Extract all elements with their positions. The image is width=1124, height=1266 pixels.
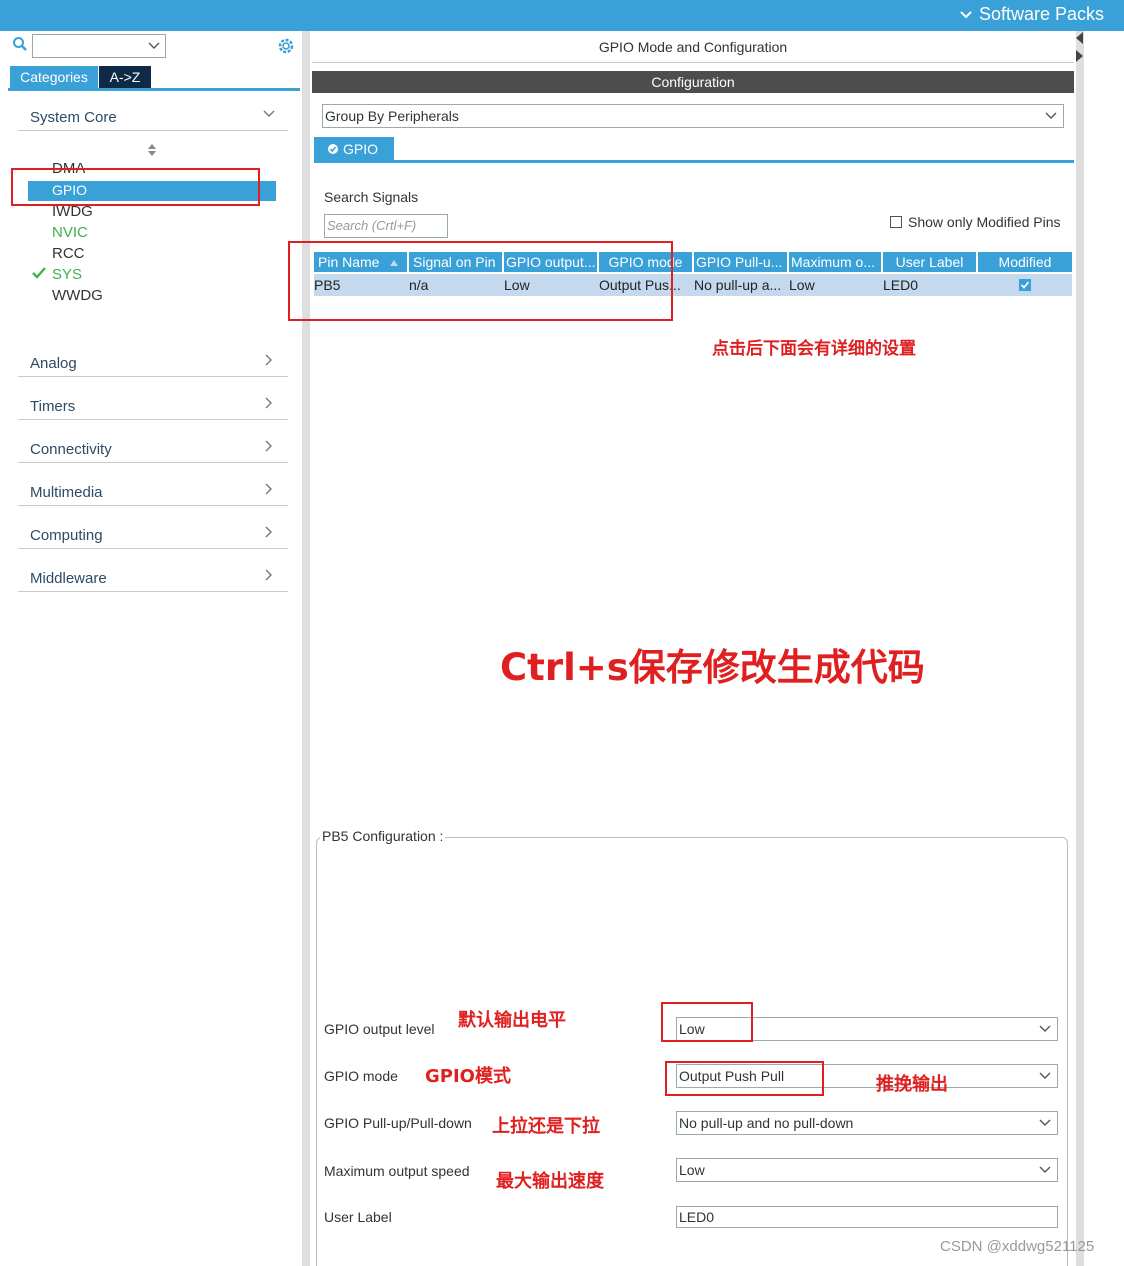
table-cell[interactable]: Low	[789, 274, 883, 296]
category-computing[interactable]: Computing	[18, 521, 288, 549]
field-label-gpio-mode: GPIO mode	[324, 1068, 398, 1084]
pb5-config-title: PB5 Configuration :	[320, 828, 446, 844]
tab-underline	[314, 160, 1074, 163]
annotation-speed: 最大输出速度	[496, 1171, 604, 1192]
category-connectivity[interactable]: Connectivity	[18, 435, 288, 463]
tab-gpio[interactable]: GPIO	[314, 137, 394, 161]
gear-icon[interactable]	[276, 36, 296, 59]
category-analog[interactable]: Analog	[18, 349, 288, 377]
search-signals-input[interactable]: Search (Crtl+F)	[324, 214, 448, 238]
configuration-header: Configuration	[312, 71, 1074, 93]
category-system-core[interactable]: System Core	[18, 103, 288, 131]
pull-select[interactable]: No pull-up and no pull-down	[676, 1111, 1058, 1135]
show-modified-label: Show only Modified Pins	[908, 214, 1061, 230]
chevron-down-icon	[1039, 1166, 1051, 1173]
pb5-config-group	[316, 837, 1068, 1266]
check-circle-icon	[328, 144, 338, 154]
group-by-select[interactable]: Group By Peripherals	[322, 104, 1064, 128]
select-value: Group By Peripherals	[325, 108, 459, 124]
chevron-right-icon	[265, 569, 272, 581]
right-panel: GPIO Mode and Configuration Configuratio…	[288, 31, 1076, 1266]
user-label-input[interactable]: LED0	[676, 1206, 1058, 1228]
select-value: Low	[679, 1162, 705, 1178]
table-cell[interactable]: No pull-up a...	[694, 274, 789, 296]
modified-cell[interactable]	[978, 274, 1072, 296]
category-label: Timers	[30, 398, 76, 415]
annotation-box-push-pull	[665, 1061, 824, 1096]
annotation-push-pull: 推挽输出	[876, 1074, 948, 1095]
list-item-nvic[interactable]: NVIC	[52, 224, 88, 241]
right-splitter[interactable]	[1076, 31, 1084, 1266]
category-label: System Core	[30, 109, 117, 126]
category-label: Connectivity	[30, 441, 112, 458]
annotation-pull: 上拉还是下拉	[492, 1116, 600, 1137]
chevron-right-icon	[265, 526, 272, 538]
chevron-down-icon	[1039, 1119, 1051, 1126]
watermark: CSDN @xddwg521125	[940, 1238, 1095, 1255]
checkbox[interactable]	[890, 216, 902, 228]
category-multimedia[interactable]: Multimedia	[18, 478, 288, 506]
field-label-max-speed: Maximum output speed	[324, 1163, 470, 1179]
chevron-down-icon	[263, 110, 275, 117]
chevron-right-icon	[265, 354, 272, 366]
field-label-user-label: User Label	[324, 1209, 392, 1225]
select-value: No pull-up and no pull-down	[679, 1115, 854, 1131]
software-packs-menu[interactable]: Software Packs	[959, 4, 1104, 25]
field-label-output-level: GPIO output level	[324, 1021, 435, 1037]
mode-config-title: GPIO Mode and Configuration	[598, 39, 788, 55]
component-search-input[interactable]	[32, 34, 166, 58]
annotation-box-gpio	[11, 168, 260, 206]
chevron-right-icon	[265, 440, 272, 452]
annotation-box-low	[661, 1002, 753, 1042]
column-header[interactable]: Maximum o...	[789, 252, 882, 272]
top-bar: Software Packs	[0, 0, 1124, 31]
annotation-box-table	[288, 241, 673, 321]
annotation-gpio-mode: GPIO模式	[425, 1066, 511, 1087]
list-item-sys[interactable]: SYS	[52, 266, 82, 283]
left-panel: Categories A->Z System Core DMA GPIO IWD…	[4, 31, 302, 1266]
column-header[interactable]: User Label	[883, 252, 977, 272]
sort-icon[interactable]	[146, 143, 158, 160]
chevron-down-icon	[1039, 1025, 1051, 1032]
panel-splitter[interactable]	[302, 31, 310, 1266]
category-middleware[interactable]: Middleware	[18, 564, 288, 592]
category-label: Computing	[30, 527, 103, 544]
check-icon	[32, 266, 46, 283]
column-header[interactable]: Modified	[978, 252, 1072, 272]
chevron-down-icon	[1039, 1072, 1051, 1079]
search-signals-label: Search Signals	[324, 189, 419, 205]
chevron-right-icon	[265, 397, 272, 409]
category-label: Analog	[30, 355, 77, 372]
chevron-down-icon	[1045, 112, 1057, 119]
search-icon[interactable]	[12, 36, 28, 55]
category-label: Middleware	[30, 570, 107, 587]
software-packs-label: Software Packs	[978, 4, 1104, 24]
tab-underline	[8, 88, 300, 91]
divider	[312, 62, 1074, 63]
max-speed-select[interactable]: Low	[676, 1158, 1058, 1182]
chevron-down-icon	[960, 10, 972, 18]
annotation-save-note: Ctrl+s保存修改生成代码	[500, 646, 925, 689]
collapse-icon[interactable]	[1074, 30, 1084, 69]
field-label-pull: GPIO Pull-up/Pull-down	[324, 1115, 472, 1131]
checked-checkbox-icon[interactable]	[1019, 279, 1031, 291]
annotation-click-note: 点击后下面会有详细的设置	[712, 339, 916, 359]
list-item-wwdg[interactable]: WWDG	[52, 287, 103, 304]
category-label: Multimedia	[30, 484, 103, 501]
column-header[interactable]: GPIO Pull-u...	[694, 252, 788, 272]
tab-a-to-z[interactable]: A->Z	[99, 66, 151, 88]
list-item-rcc[interactable]: RCC	[52, 245, 85, 262]
annotation-output-level: 默认输出电平	[458, 1010, 566, 1031]
category-timers[interactable]: Timers	[18, 392, 288, 420]
chevron-right-icon	[265, 483, 272, 495]
table-cell[interactable]: LED0	[883, 274, 978, 296]
tab-label: GPIO	[343, 141, 379, 157]
tab-categories[interactable]: Categories	[10, 66, 98, 88]
chevron-down-icon	[148, 42, 160, 49]
show-modified-toggle[interactable]: Show only Modified Pins	[890, 214, 1061, 230]
